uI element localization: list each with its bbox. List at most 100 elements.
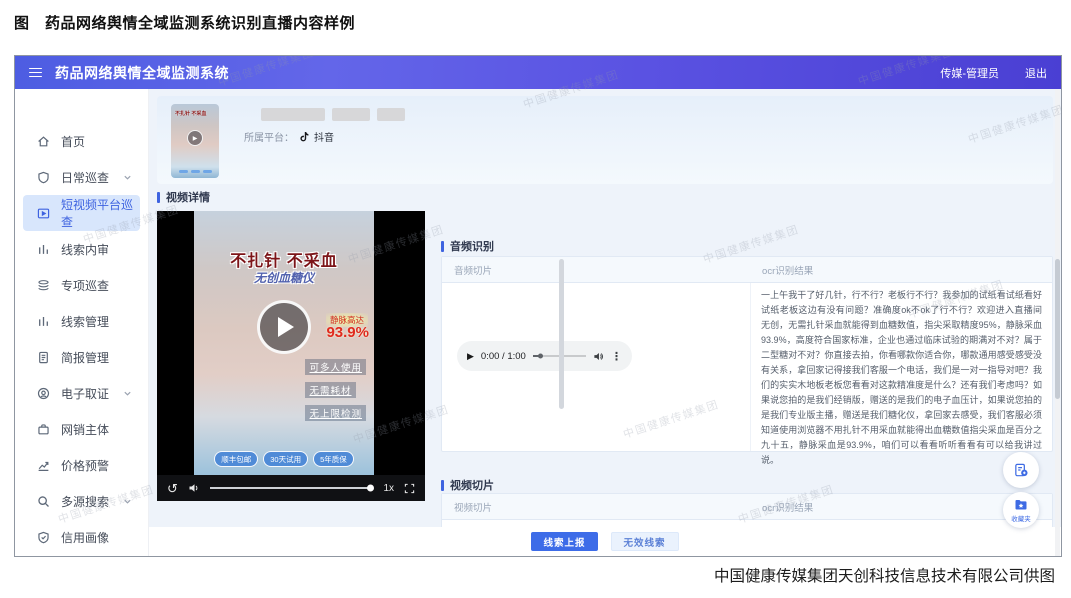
video-info-card: 不扎针 不采血 ▶ 所属平台： 抖音 <box>157 96 1053 184</box>
sidebar-item-clue-management[interactable]: 线索管理 <box>15 303 148 339</box>
kebab-menu-icon[interactable]: ⋮ <box>611 350 622 363</box>
redacted-video-title <box>261 108 405 121</box>
feature-item: 可多人使用 <box>305 359 366 375</box>
section-video-slice: 视频切片 <box>441 477 494 493</box>
logout-link[interactable]: 退出 <box>1025 65 1047 81</box>
sidebar-item-label: 网销主体 <box>61 421 109 438</box>
report-list-fab[interactable] <box>1003 452 1039 488</box>
play-icon: ▶ <box>187 130 203 146</box>
video-icon <box>37 207 50 220</box>
app-title: 药品网络舆情全域监测系统 <box>55 63 229 83</box>
app-window: 药品网络舆情全域监测系统 传媒-管理员 退出 首页 日常巡查 短视频平台巡查 <box>14 55 1062 557</box>
sidebar-item-label: 信用画像 <box>61 529 109 546</box>
sidebar-item-label: 短视频平台巡查 <box>61 196 140 230</box>
playback-speed[interactable]: 1x <box>383 483 394 494</box>
figure: 图 药品网络舆情全域监测系统识别直播内容样例 药品网络舆情全域监测系统 传媒-管… <box>0 0 1071 598</box>
sidebar-item-e-evidence[interactable]: 电子取证 <box>15 375 148 411</box>
favorites-label: 收藏夹 <box>1011 513 1031 523</box>
sidebar-item-daily-patrol[interactable]: 日常巡查 <box>15 159 148 195</box>
volume-icon[interactable] <box>593 351 604 362</box>
sidebar-item-label: 日常巡查 <box>61 169 109 186</box>
play-button[interactable] <box>257 300 311 354</box>
column-header-ocr-result: ocr识别结果 <box>750 263 1052 277</box>
section-title: 视频切片 <box>450 477 494 493</box>
chevron-down-icon <box>123 173 132 182</box>
action-bar: 线索上报 无效线索 <box>149 527 1061 556</box>
chevron-down-icon <box>123 497 132 506</box>
credit-badge-icon <box>37 531 50 544</box>
section-audio-recognition: 音频识别 <box>441 238 494 254</box>
sidebar-item-price-warning[interactable]: 价格预警 <box>15 447 148 483</box>
chart-bars-icon <box>37 243 50 256</box>
page-scrollbar[interactable] <box>1055 89 1060 556</box>
video-player[interactable]: 不扎针 不采血 无创血糖仪 静脉高达 93.9% 可多人使用 无需耗材 无上限检… <box>157 211 425 501</box>
evidence-seal-icon <box>37 387 50 400</box>
thumbnail-badges <box>171 170 219 173</box>
report-clue-button[interactable]: 线索上报 <box>531 532 597 551</box>
promo-badge: 5年质保 <box>313 451 354 467</box>
sidebar-item-label: 首页 <box>61 133 85 150</box>
trend-chart-icon <box>37 459 50 472</box>
sidebar-item-home[interactable]: 首页 <box>15 123 148 159</box>
section-accent-bar <box>441 241 444 252</box>
panel-scrollbar[interactable] <box>559 259 564 409</box>
sidebar-item-label: 简报管理 <box>61 349 109 366</box>
thumbnail-overlay-text: 不扎针 不采血 <box>175 110 206 117</box>
promo-badge: 30天试用 <box>263 451 308 467</box>
volume-icon[interactable] <box>188 482 200 494</box>
sidebar-item-label: 专项巡查 <box>61 277 109 294</box>
video-overlay-subtitle: 无创血糖仪 <box>194 269 374 286</box>
promo-badge: 顺丰包邮 <box>214 451 258 467</box>
feature-item: 无上限检测 <box>305 405 366 421</box>
user-role-label[interactable]: 传媒-管理员 <box>940 65 999 81</box>
briefcase-icon <box>37 423 50 436</box>
scrollbar-thumb[interactable] <box>1055 259 1060 399</box>
video-frame: 不扎针 不采血 无创血糖仪 静脉高达 93.9% 可多人使用 无需耗材 无上限检… <box>194 211 374 475</box>
douyin-icon <box>298 131 310 143</box>
progress-handle[interactable] <box>367 485 374 492</box>
sidebar-item-multi-source-search[interactable]: 多源搜索 <box>15 483 148 519</box>
video-thumbnail[interactable]: 不扎针 不采血 ▶ <box>171 104 219 178</box>
hamburger-menu-icon[interactable] <box>29 68 42 78</box>
audio-player[interactable]: ▶ 0:00 / 1:00 ⋮ <box>457 341 632 371</box>
column-header-video-slice: 视频切片 <box>442 500 750 514</box>
favorites-folder-icon <box>1014 498 1028 512</box>
sidebar-item-model-management[interactable]: 模型管理 <box>15 555 148 557</box>
feature-item: 无需耗材 <box>305 382 355 398</box>
layers-icon <box>37 279 50 292</box>
progress-handle[interactable] <box>538 354 543 359</box>
figure-credit: 中国健康传媒集团天创科技信息技术有限公司供图 <box>714 564 1055 586</box>
section-accent-bar <box>157 192 160 203</box>
sidebar-item-online-sales-entity[interactable]: 网销主体 <box>15 411 148 447</box>
chart-bars-icon <box>37 315 50 328</box>
shield-icon <box>37 171 50 184</box>
promo-badges: 顺丰包邮 30天试用 5年质保 <box>194 451 374 467</box>
invalid-clue-button[interactable]: 无效线索 <box>611 532 679 551</box>
table-row: ▶ 0:00 / 1:00 ⋮ 一上午我干了好几针，行不行？老板行不行？我参加的… <box>442 283 1052 451</box>
column-header-audio-slice: 音频切片 <box>442 263 750 277</box>
favorites-fab[interactable]: 收藏夹 <box>1003 492 1039 528</box>
section-title: 视频详情 <box>166 189 210 205</box>
document-icon <box>37 351 50 364</box>
table-header: 视频切片 ocr识别结果 <box>442 494 1052 520</box>
play-icon[interactable]: ▶ <box>467 351 474 362</box>
video-progress-bar[interactable] <box>210 487 374 489</box>
sidebar-item-clue-review[interactable]: 线索内审 <box>15 231 148 267</box>
report-list-icon <box>1013 462 1030 479</box>
audio-slice-cell: ▶ 0:00 / 1:00 ⋮ <box>442 283 750 451</box>
audio-time: 0:00 / 1:00 <box>481 351 526 362</box>
chevron-down-icon <box>123 389 132 398</box>
ocr-transcript-text: 一上午我干了好几针，行不行？老板行不行？我参加的试纸看试纸看好试纸老板这边有没有… <box>761 288 1042 468</box>
sidebar-item-short-video-patrol[interactable]: 短视频平台巡查 <box>23 195 140 231</box>
home-icon <box>37 135 50 148</box>
sidebar-item-credit-portrait[interactable]: 信用画像 <box>15 519 148 555</box>
ocr-result-cell: 一上午我干了好几针，行不行？老板行不行？我参加的试纸看试纸看好试纸老板这边有没有… <box>750 283 1052 451</box>
sidebar-item-special-patrol[interactable]: 专项巡查 <box>15 267 148 303</box>
section-accent-bar <box>441 480 444 491</box>
replay-icon[interactable]: ↺ <box>167 482 178 495</box>
sidebar-item-briefing-management[interactable]: 简报管理 <box>15 339 148 375</box>
fullscreen-icon[interactable] <box>404 483 415 494</box>
sidebar-item-label: 电子取证 <box>61 385 109 402</box>
app-header: 药品网络舆情全域监测系统 传媒-管理员 退出 <box>15 56 1061 89</box>
sidebar-item-label: 线索管理 <box>61 313 109 330</box>
